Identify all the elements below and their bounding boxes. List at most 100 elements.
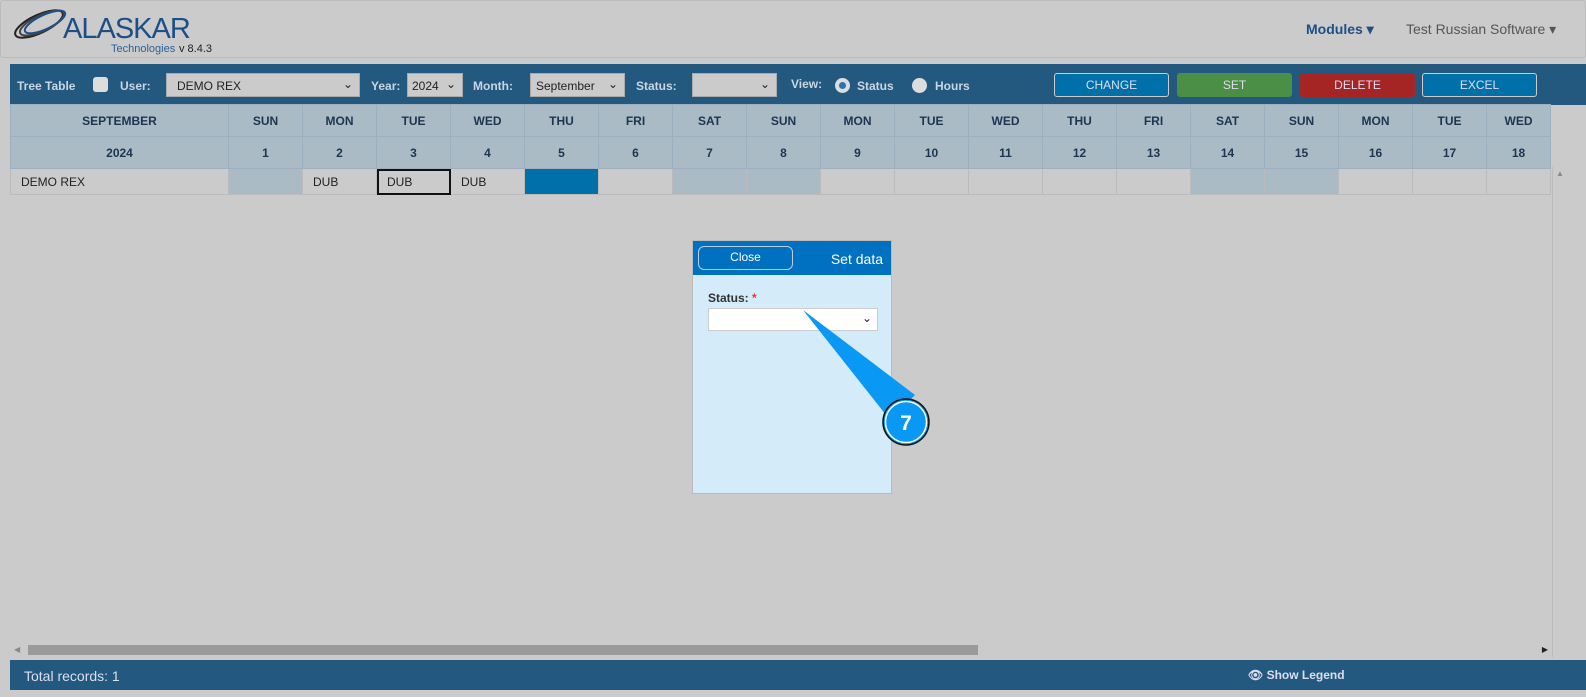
schedule-cell[interactable]	[1412, 168, 1487, 195]
status-select[interactable]: ⌄	[692, 73, 777, 97]
alaskar-logo-icon	[14, 9, 67, 39]
year-select[interactable]: 2024 ⌄	[407, 73, 463, 97]
month-value: September	[536, 79, 595, 93]
year-header: 2024	[10, 136, 229, 169]
schedule-grid: SEPTEMBER SUN MON TUE WED THU FRI SAT SUN MON TUE W…	[10, 104, 1551, 195]
day-number-header: 7	[672, 136, 747, 169]
day-number-header: 18	[1486, 136, 1551, 169]
day-name-header: THU	[1042, 104, 1117, 137]
schedule-cell[interactable]	[1264, 168, 1339, 195]
vertical-scrollbar[interactable]: ▲	[1552, 167, 1567, 657]
scroll-up-icon[interactable]: ▲	[1556, 169, 1564, 178]
scroll-right-icon[interactable]: ▶	[1542, 645, 1548, 654]
user-select[interactable]: DEMO REX ⌄	[166, 73, 360, 97]
horizontal-scrollbar[interactable]: ◀ ▶	[10, 643, 1552, 657]
day-number-header: 8	[746, 136, 821, 169]
schedule-cell[interactable]	[1190, 168, 1265, 195]
eye-icon: 👁	[1248, 668, 1264, 682]
change-button[interactable]: CHANGE	[1054, 73, 1169, 97]
day-name-header: MON	[820, 104, 895, 137]
scrollbar-thumb[interactable]	[28, 645, 978, 655]
day-name-header: TUE	[376, 104, 451, 137]
chevron-down-icon: ⌄	[342, 77, 353, 91]
schedule-cell[interactable]	[524, 168, 599, 195]
day-number-header: 4	[450, 136, 525, 169]
day-number-header: 12	[1042, 136, 1117, 169]
version: v 8.4.3	[179, 43, 213, 55]
month-label: Month:	[473, 79, 513, 93]
view-hours-radio[interactable]	[912, 78, 927, 93]
schedule-cell[interactable]	[1116, 168, 1191, 195]
schedule-cell[interactable]: DUB	[450, 168, 525, 195]
schedule-cell[interactable]	[228, 168, 303, 195]
delete-button[interactable]: DELETE	[1300, 73, 1415, 97]
schedule-cell[interactable]	[1338, 168, 1413, 195]
tree-table-checkbox[interactable]	[93, 77, 108, 92]
user-menu[interactable]: Test Russian Software ▾	[1406, 21, 1556, 38]
year-value: 2024	[412, 79, 439, 93]
day-number-header: 16	[1338, 136, 1413, 169]
day-name-header: SUN	[228, 104, 303, 137]
status-field-label: Status: *	[708, 291, 757, 305]
modules-menu[interactable]: Modules ▾	[1306, 21, 1374, 38]
schedule-cell[interactable]	[1042, 168, 1117, 195]
schedule-cell[interactable]: DUB	[302, 168, 377, 195]
status-label: Status:	[636, 79, 677, 93]
excel-button[interactable]: EXCEL	[1422, 73, 1537, 97]
view-hours-label: Hours	[935, 79, 970, 93]
day-number-header: 5	[524, 136, 599, 169]
user-value: DEMO REX	[177, 79, 242, 93]
day-name-header: SUN	[746, 104, 821, 137]
day-number-header: 11	[968, 136, 1043, 169]
footer: Total records: 1 👁 Show Legend	[10, 660, 1586, 690]
day-number-header: 14	[1190, 136, 1265, 169]
set-button[interactable]: SET	[1177, 73, 1292, 97]
day-name-header: TUE	[894, 104, 969, 137]
required-marker: *	[752, 291, 757, 305]
day-name-header: MON	[1338, 104, 1413, 137]
day-name-header: WED	[450, 104, 525, 137]
day-name-header: WED	[968, 104, 1043, 137]
chevron-down-icon: ⌄	[861, 311, 872, 325]
day-name-header: WED	[1486, 104, 1551, 137]
chevron-down-icon: ⌄	[607, 77, 618, 91]
view-status-label: Status	[857, 79, 894, 93]
day-name-header: MON	[302, 104, 377, 137]
day-name-header: THU	[524, 104, 599, 137]
chevron-down-icon: ⌄	[759, 77, 770, 91]
schedule-cell[interactable]: DUB	[376, 168, 451, 195]
app-header: ALASKAR Technologies v 8.4.3 Modules ▾ T…	[0, 0, 1586, 58]
day-name-header: FRI	[598, 104, 673, 137]
close-button[interactable]: Close	[698, 246, 793, 270]
set-data-dialog: Close Set data Status: * ⌄	[692, 240, 892, 494]
row-user-name: DEMO REX	[10, 168, 229, 195]
callout-number: 7	[900, 412, 912, 435]
year-label: Year:	[371, 79, 401, 93]
chevron-down-icon: ⌄	[445, 77, 456, 91]
day-number-header: 17	[1412, 136, 1487, 169]
user-label: User:	[120, 79, 151, 93]
schedule-cell[interactable]	[598, 168, 673, 195]
schedule-cell[interactable]	[672, 168, 747, 195]
schedule-cell[interactable]	[820, 168, 895, 195]
schedule-cell[interactable]	[1486, 168, 1551, 195]
day-number-header: 13	[1116, 136, 1191, 169]
day-name-header: TUE	[1412, 104, 1487, 137]
month-select[interactable]: September ⌄	[530, 73, 625, 97]
dialog-status-select[interactable]: ⌄	[708, 308, 878, 331]
day-number-header: 9	[820, 136, 895, 169]
schedule-cell[interactable]	[746, 168, 821, 195]
day-name-header: SUN	[1264, 104, 1339, 137]
schedule-cell[interactable]	[968, 168, 1043, 195]
view-label: View:	[791, 77, 823, 91]
day-number-header: 3	[376, 136, 451, 169]
view-status-radio[interactable]	[835, 78, 850, 93]
show-legend-link[interactable]: 👁 Show Legend	[1248, 668, 1345, 682]
day-number-header: 1	[228, 136, 303, 169]
total-records: Total records: 1	[24, 668, 120, 684]
schedule-cell[interactable]	[894, 168, 969, 195]
scroll-left-icon[interactable]: ◀	[14, 645, 20, 654]
day-name-header: SAT	[1190, 104, 1265, 137]
brand-tagline: Technologies	[111, 43, 176, 55]
day-number-header: 6	[598, 136, 673, 169]
